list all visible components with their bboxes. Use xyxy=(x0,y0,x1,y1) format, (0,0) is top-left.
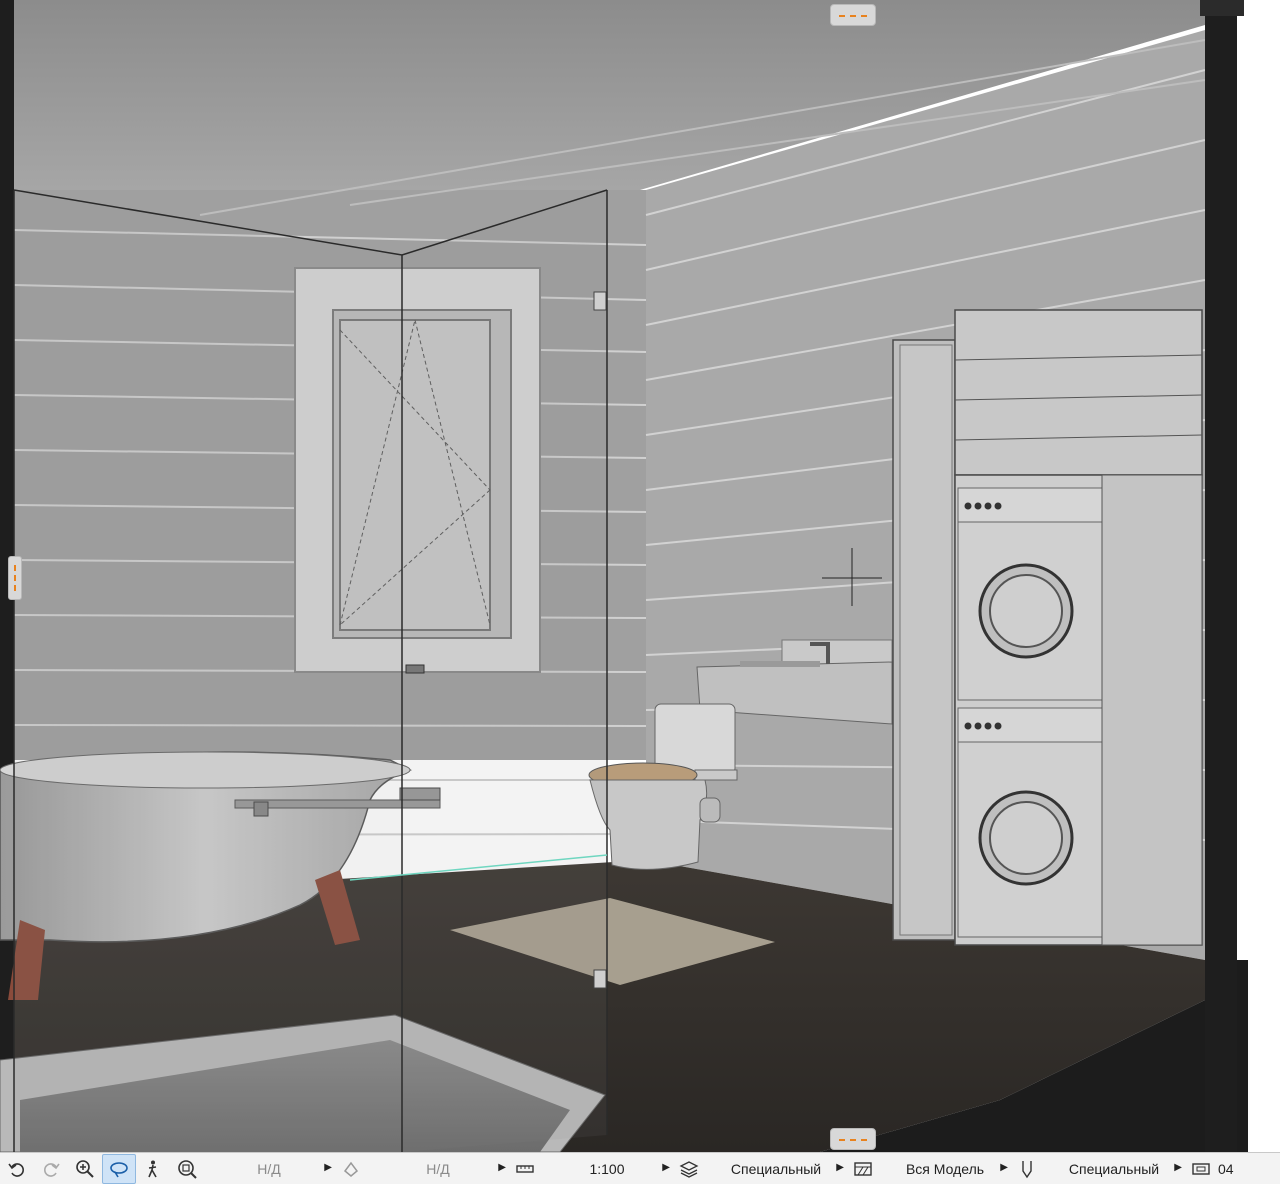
field-1[interactable]: Н/Д ▶ xyxy=(204,1154,334,1184)
bathroom-scene xyxy=(0,0,1248,1152)
chevron-right-icon: ▶ xyxy=(1000,1161,1008,1173)
pen-set-field[interactable]: Специальный ▶ xyxy=(1044,1154,1184,1184)
field-1-value: Н/Д xyxy=(257,1160,281,1177)
model-view-icon[interactable] xyxy=(846,1154,880,1184)
3d-viewport[interactable] xyxy=(0,0,1280,1152)
chevron-right-icon: ▶ xyxy=(836,1161,844,1173)
model-view-value: Вся Модель xyxy=(905,1160,985,1177)
section-bottom-handle[interactable] xyxy=(830,1128,876,1150)
scale-value: 1:100 xyxy=(589,1160,625,1177)
scale-icon[interactable] xyxy=(508,1154,542,1184)
field-2-value: Н/Д xyxy=(426,1160,450,1177)
section-left-handle[interactable] xyxy=(8,556,22,600)
orbit-icon[interactable] xyxy=(102,1153,136,1184)
last-field[interactable]: 04 xyxy=(1218,1154,1236,1184)
fit-view-icon[interactable] xyxy=(170,1154,204,1184)
layer-combination-field[interactable]: Специальный ▶ xyxy=(706,1154,846,1184)
undo-icon[interactable] xyxy=(0,1154,34,1184)
model-view-field[interactable]: Вся Модель ▶ xyxy=(880,1154,1010,1184)
pen-set-value: Специальный xyxy=(1068,1160,1160,1177)
scale-field[interactable]: 1:100 ▶ xyxy=(542,1154,672,1184)
field-2[interactable]: Н/Д ▶ xyxy=(368,1154,508,1184)
status-bar: Н/Д ▶ Н/Д ▶ 1:100 ▶ Специальный ▶ Вся Мо… xyxy=(0,1152,1280,1184)
layer-combination-value: Специальный xyxy=(730,1160,822,1177)
layers-icon[interactable] xyxy=(672,1154,706,1184)
last-value: 04 xyxy=(1218,1160,1234,1177)
zoom-in-icon[interactable] xyxy=(68,1154,102,1184)
walk-icon[interactable] xyxy=(136,1154,170,1184)
chevron-right-icon: ▶ xyxy=(1174,1161,1182,1173)
redo-icon[interactable] xyxy=(34,1154,68,1184)
rotate-angle-icon[interactable] xyxy=(334,1154,368,1184)
section-top-handle[interactable] xyxy=(830,4,876,26)
chevron-right-icon: ▶ xyxy=(498,1161,506,1173)
renovation-filter-icon[interactable] xyxy=(1184,1154,1218,1184)
chevron-right-icon: ▶ xyxy=(662,1161,670,1173)
chevron-right-icon: ▶ xyxy=(324,1161,332,1173)
pen-set-icon[interactable] xyxy=(1010,1154,1044,1184)
